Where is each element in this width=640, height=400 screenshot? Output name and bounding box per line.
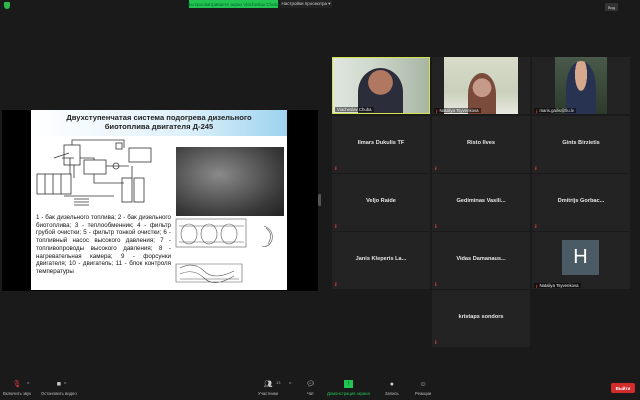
participants-button[interactable]: 👥︎ Участники — [258, 380, 278, 396]
stop-video-button[interactable]: ■ Остановить видео — [41, 380, 77, 397]
slide-title-line2: биотоплива двигателя Д-245 — [104, 122, 214, 131]
muted-mic-icon: ɟ — [536, 108, 538, 113]
participant-tile[interactable]: Viacheslav Chuba — [332, 57, 430, 114]
participant-name: Gediminas Vasili... — [456, 198, 506, 204]
stop-video-label: Остановить видео — [41, 391, 77, 396]
shared-slide: Двухступенчатая система подогрева дизель… — [31, 110, 287, 290]
participant-avatar: H — [562, 240, 599, 275]
muted-mic-icon: ɟ — [335, 281, 337, 287]
participant-name: kristaps sondors — [458, 314, 504, 320]
heating-coil-drawings — [175, 218, 273, 283]
engine-photo — [176, 147, 284, 216]
participant-tile[interactable]: Janis Kleperis La... ɟ — [332, 232, 430, 289]
video-camera-icon: ■ — [56, 380, 61, 388]
muted-mic-icon: ɟ — [435, 223, 437, 229]
slide-legend: 1 - бак дизельного топлива; 2 - бак дизе… — [36, 214, 171, 275]
leave-meeting-button[interactable]: Выйти — [611, 383, 635, 393]
participant-video-person — [566, 61, 596, 114]
chat-label: Чат — [307, 391, 314, 396]
participant-name: Viacheslav Chuba — [337, 107, 372, 112]
view-button[interactable]: Вид — [605, 3, 618, 11]
muted-mic-icon: ɟ — [435, 281, 437, 287]
participants-count: 13 — [276, 380, 281, 385]
participant-tile[interactable]: Gints Birzietis ɟ — [532, 116, 630, 173]
muted-microphone-icon: 🎙︎ — [12, 381, 22, 388]
security-shield-icon[interactable] — [4, 2, 10, 9]
chat-button[interactable]: 💬︎ Чат — [306, 380, 315, 396]
muted-mic-icon: ɟ — [535, 223, 537, 229]
participant-tile[interactable]: ɟ maris.gailis@llu.lv — [532, 57, 630, 114]
share-screen-label: Демонстрация экрана — [327, 391, 370, 396]
participant-tile[interactable]: Veljo Raide ɟ — [332, 174, 430, 231]
participant-name: Nataliya Tsyvenkova — [439, 108, 479, 113]
participant-name: maris.gailis@llu.lv — [539, 108, 574, 113]
muted-mic-icon: ɟ — [536, 283, 538, 288]
meeting-toolbar: 🎙︎ Включить звук ^ ■ Остановить видео ^ 👥︎… — [0, 377, 640, 400]
audio-options-caret[interactable]: ^ — [27, 382, 29, 388]
muted-mic-icon: ɟ — [335, 223, 337, 229]
muted-mic-icon: ɟ — [335, 165, 337, 171]
participant-tile[interactable]: Dmitrijs Gorbac... ɟ — [532, 174, 630, 231]
participant-tile[interactable]: Gediminas Vasili... ɟ — [432, 174, 530, 231]
muted-mic-icon: ɟ — [535, 165, 537, 171]
participant-tile[interactable]: Vidas Damanaus... ɟ — [432, 232, 530, 289]
participant-name-label: ɟ Nataliya Tsyvenkova — [434, 108, 481, 113]
participant-name-label: ɟ Nataliya Tsyvenkova — [534, 283, 581, 288]
participant-name: Vidas Damanaus... — [456, 256, 506, 262]
participant-name-label: ɟ maris.gailis@llu.lv — [534, 108, 576, 113]
viewing-screen-banner: Вы просматриваете экран Vlacheslav Chuba — [187, 0, 280, 8]
reactions-button[interactable]: ☺ Реакции — [415, 380, 432, 397]
participants-label: Участники — [258, 391, 279, 396]
participant-name-label: Viacheslav Chuba — [335, 107, 374, 112]
view-options-button[interactable]: Настройки просмотра ▾ — [280, 0, 332, 8]
participants-icon: 👥︎ — [263, 381, 273, 388]
participant-tile[interactable]: Risto Ilves ɟ — [432, 116, 530, 173]
slide-header: Двухступенчатая система подогрева дизель… — [31, 110, 287, 136]
participant-name: Risto Ilves — [467, 140, 495, 146]
muted-mic-icon: ɟ — [435, 165, 437, 171]
share-screen-icon: ↑ — [343, 380, 353, 388]
muted-mic-icon: ɟ — [435, 339, 437, 345]
participant-tile[interactable]: Ilmars Dukulis TF ɟ — [332, 116, 430, 173]
muted-mic-icon: ɟ — [436, 108, 438, 113]
unmute-label: Включить звук — [3, 391, 31, 396]
participants-options-caret[interactable]: ^ — [289, 382, 291, 388]
participant-tile[interactable]: ɟ Nataliya Tsyvenkova — [432, 57, 530, 114]
fuel-system-diagram — [36, 139, 152, 206]
participant-tile[interactable]: kristaps sondors ɟ — [432, 290, 530, 347]
reactions-label: Реакции — [415, 391, 432, 396]
split-view-resize-handle[interactable] — [318, 194, 321, 206]
record-icon: ● — [389, 380, 394, 388]
participant-name: Ilmars Dukulis TF — [357, 140, 405, 146]
participant-name: Gints Birzietis — [562, 140, 600, 146]
reactions-icon: ☺ — [419, 380, 427, 388]
record-label: Запись — [385, 391, 399, 396]
chat-icon: 💬︎ — [306, 381, 315, 388]
participant-tile[interactable]: H ɟ Nataliya Tsyvenkova — [532, 232, 630, 289]
record-button[interactable]: ● Запись — [385, 380, 399, 397]
participant-name: Janis Kleperis La... — [355, 256, 407, 262]
video-options-caret[interactable]: ^ — [64, 382, 66, 388]
share-screen-button[interactable]: ↑ Демонстрация экрана — [327, 380, 370, 396]
participant-name: Dmitrijs Gorbac... — [557, 198, 605, 204]
participant-name: Nataliya Tsyvenkova — [539, 283, 579, 288]
participant-name: Veljo Raide — [366, 198, 396, 204]
slide-title-line1: Двухступенчатая система подогрева дизель… — [66, 113, 252, 122]
